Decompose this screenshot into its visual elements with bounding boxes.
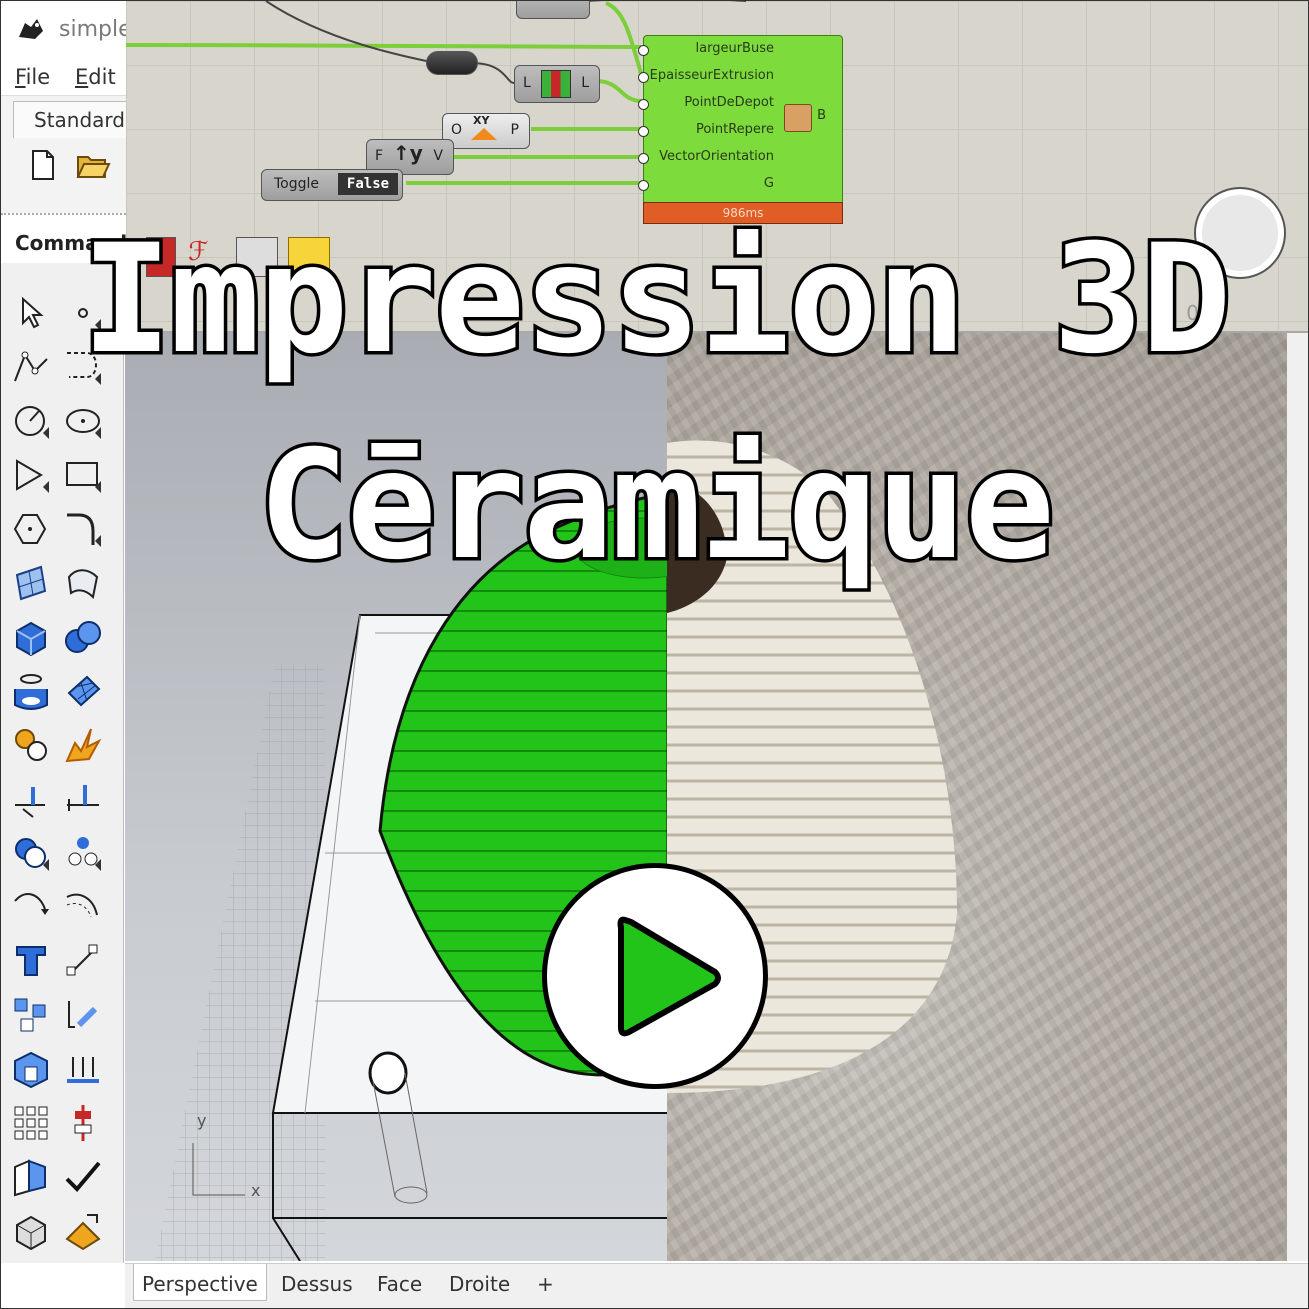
tab-perspective[interactable]: Perspective: [133, 1264, 267, 1301]
gh-port[interactable]: [638, 72, 649, 83]
gh-relay-node[interactable]: [426, 51, 478, 75]
gh-xy-out: P: [510, 122, 519, 138]
gh-xy-label: XY: [473, 114, 490, 127]
offset-dashed-icon[interactable]: [63, 887, 103, 927]
boolean-union-icon[interactable]: [11, 833, 51, 873]
new-file-icon[interactable]: [25, 147, 61, 183]
gh-vector-axis: y: [409, 141, 423, 165]
transform-icon[interactable]: [11, 725, 51, 765]
cylinder-icon[interactable]: [11, 671, 51, 711]
surface-edit-icon[interactable]: [11, 1157, 51, 1197]
analyze-icon[interactable]: [63, 1049, 103, 1089]
gh-merge-icon: [541, 70, 571, 98]
menu-file[interactable]: File: [15, 65, 50, 89]
render-icon[interactable]: [63, 1103, 103, 1143]
dimension-icon[interactable]: [63, 941, 103, 981]
play-icon: [617, 916, 721, 1037]
tab-dessus[interactable]: Dessus: [281, 1272, 353, 1296]
viewport-tabs: Perspective Dessus Face Droite +: [125, 1263, 1308, 1308]
gh-main-component[interactable]: largeurBuse EpaisseurExtrusion PointDeDe…: [643, 35, 843, 205]
menu-edit[interactable]: Edit: [75, 65, 116, 89]
gh-vector-axis-icon: ↑y: [393, 141, 423, 165]
gh-vector-in: F: [375, 148, 384, 164]
gh-input-1: EpaisseurExtrusion: [649, 68, 774, 83]
offset-curve-icon[interactable]: [11, 887, 51, 927]
grid-icon[interactable]: [11, 1103, 51, 1143]
gh-input-5: G: [763, 176, 774, 191]
gh-xy-component[interactable]: O XY P: [442, 113, 530, 149]
add-view-tab-icon[interactable]: +: [537, 1272, 554, 1296]
gh-toggle-value[interactable]: False: [338, 173, 398, 195]
group-icon[interactable]: [11, 995, 51, 1035]
sphere-icon[interactable]: [63, 617, 103, 657]
tab-droite[interactable]: Droite: [449, 1272, 510, 1296]
rhino-logo-icon: [15, 13, 47, 45]
gh-port[interactable]: [638, 126, 649, 137]
project-icon[interactable]: [63, 995, 103, 1035]
explode-icon[interactable]: [63, 725, 103, 765]
gh-vector-out: V: [433, 148, 443, 164]
text-icon[interactable]: [11, 941, 51, 981]
package-icon: [784, 104, 812, 132]
tab-standard[interactable]: Standard: [13, 101, 127, 138]
open-folder-icon[interactable]: [75, 147, 111, 183]
check-icon[interactable]: [63, 1157, 103, 1197]
box-icon[interactable]: [11, 617, 51, 657]
gh-xy-in: O: [451, 122, 463, 138]
axis-x-label: x: [251, 1181, 261, 1200]
menu-bar: File Edit: [1, 59, 126, 95]
gh-merge-right: L: [581, 75, 589, 91]
gh-port[interactable]: [638, 180, 649, 191]
gh-toggle-component[interactable]: Toggle False: [261, 169, 403, 201]
tab-face[interactable]: Face: [377, 1272, 422, 1296]
app-title: simple: [59, 17, 132, 42]
tool-palette: [1, 263, 124, 1263]
gh-input-2: PointDeDepot: [684, 95, 774, 110]
title-bar: simple: [1, 1, 132, 59]
gh-merge-left: L: [523, 75, 531, 91]
trim-icon[interactable]: [11, 779, 51, 819]
axis-y-label: y: [197, 1111, 207, 1130]
tab-standard-label: Standard: [34, 108, 125, 132]
drafting-icon[interactable]: [11, 1211, 51, 1251]
overlay-title-line1: Impression 3D: [78, 210, 1235, 391]
gh-port[interactable]: [638, 99, 649, 110]
gh-toggle-label: Toggle: [274, 176, 320, 192]
screen: simple File Edit Standard Command L L O …: [0, 0, 1309, 1309]
paint-icon[interactable]: [63, 1211, 103, 1251]
split-icon[interactable]: [63, 779, 103, 819]
mesh-icon[interactable]: [63, 671, 103, 711]
gh-top-component[interactable]: [516, 1, 590, 19]
gh-output: B: [817, 108, 826, 123]
gh-input-3: PointRepere: [695, 122, 774, 137]
gh-merge-component[interactable]: L L: [514, 65, 600, 103]
array-icon[interactable]: [63, 833, 103, 873]
gh-xy-icon: [471, 128, 497, 140]
gh-input-4: VectorOrientation: [659, 149, 774, 164]
gh-port[interactable]: [638, 153, 649, 164]
play-button[interactable]: [542, 863, 768, 1089]
overlay-title-line2: Cēramique: [255, 416, 1059, 597]
solid-tools-icon[interactable]: [11, 1049, 51, 1089]
gh-input-0: largeurBuse: [695, 41, 774, 56]
gh-port[interactable]: [638, 45, 649, 56]
